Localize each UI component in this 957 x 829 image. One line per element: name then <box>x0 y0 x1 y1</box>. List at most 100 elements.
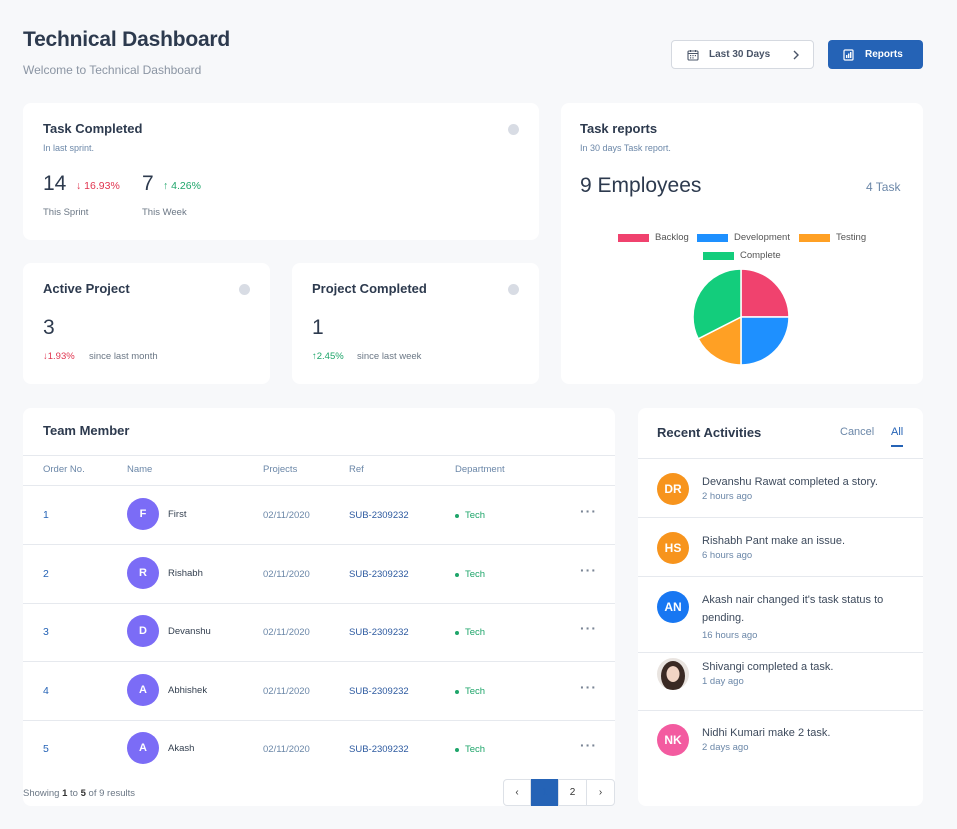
row-order: 3 <box>43 626 49 638</box>
avatar: R <box>127 557 159 589</box>
task-count: 4 Task <box>866 180 901 194</box>
calendar-icon <box>687 49 699 61</box>
row-name: Rishabh <box>168 568 203 579</box>
page-1-button[interactable]: 1 <box>531 779 559 806</box>
active-project-note: since last month <box>89 351 158 362</box>
date-range-button[interactable]: Last 30 Days <box>671 40 814 69</box>
more-options-icon[interactable]: ··· <box>580 620 597 636</box>
avatar: AN <box>657 591 689 623</box>
legend-testing[interactable]: Testing <box>799 232 866 243</box>
reports-label: Reports <box>865 49 903 60</box>
arrow-up-icon: ↑ <box>163 180 172 192</box>
cancel-tab[interactable]: Cancel <box>840 426 874 438</box>
row-name: Devanshu <box>168 626 211 637</box>
activity-time: 6 hours ago <box>702 550 753 561</box>
divider <box>23 544 615 545</box>
divider <box>638 652 923 653</box>
row-department: Tech <box>455 510 485 521</box>
row-department: Tech <box>455 627 485 638</box>
row-ref[interactable]: SUB-2309232 <box>349 744 409 755</box>
more-options-icon[interactable]: ··· <box>580 503 597 519</box>
activity-time: 2 hours ago <box>702 491 753 502</box>
page-title: Technical Dashboard <box>23 28 231 51</box>
row-name: Akash <box>168 743 195 754</box>
legend-swatch <box>799 233 830 242</box>
arrow-down-icon: ↓ <box>76 180 85 192</box>
sprint-delta: ↓ 16.93% <box>76 180 120 192</box>
activity-text: Devanshu Rawat completed a story. <box>702 476 878 488</box>
row-ref[interactable]: SUB-2309232 <box>349 686 409 697</box>
row-name: Abhishek <box>168 685 208 696</box>
avatar: F <box>127 498 159 530</box>
divider <box>638 576 923 577</box>
avatar: A <box>127 674 159 706</box>
divider <box>23 661 615 662</box>
legend-complete[interactable]: Complete <box>703 250 781 261</box>
legend-swatch <box>697 233 728 242</box>
avatar-photo <box>657 658 689 690</box>
legend-development[interactable]: Development <box>697 232 790 243</box>
activity-text: Nidhi Kumari make 2 task. <box>702 727 831 739</box>
avatar: D <box>127 615 159 647</box>
row-order: 2 <box>43 568 49 580</box>
help-icon[interactable] <box>239 284 250 295</box>
active-project-title: Active Project <box>43 281 130 296</box>
col-department: Department <box>455 464 505 475</box>
week-delta: ↑ 4.26% <box>163 180 201 192</box>
active-project-delta: ↓1.93% <box>43 351 75 362</box>
page-2-button[interactable]: 2 <box>558 779 587 806</box>
help-icon[interactable] <box>508 284 519 295</box>
legend-swatch <box>703 251 734 260</box>
prev-page-button[interactable]: ‹ <box>503 779 531 806</box>
recent-activities-title: Recent Activities <box>657 425 762 440</box>
project-completed-card: Project Completed 1 ↑2.45% since last we… <box>292 263 539 384</box>
status-dot <box>455 747 459 752</box>
all-tab-underline <box>891 445 903 447</box>
activity-text: Akash nair changed it's task status to p… <box>702 594 884 624</box>
help-icon[interactable] <box>508 124 519 135</box>
active-project-card: Active Project 3 ↓1.93% since last month <box>23 263 270 384</box>
row-project-date: 02/11/2020 <box>263 627 310 638</box>
report-icon <box>843 48 854 61</box>
reports-button[interactable]: Reports <box>828 40 923 69</box>
project-completed-value: 1 <box>312 316 324 339</box>
status-dot <box>455 689 459 694</box>
active-project-value: 3 <box>43 316 55 339</box>
task-reports-title: Task reports <box>580 121 658 136</box>
more-options-icon[interactable]: ··· <box>580 562 597 578</box>
legend-backlog[interactable]: Backlog <box>618 232 689 243</box>
next-page-button[interactable]: › <box>586 779 615 806</box>
activity-time: 1 day ago <box>702 676 744 687</box>
pie-slice-development[interactable] <box>740 316 790 366</box>
status-dot <box>455 572 459 577</box>
sprint-value: 14 <box>43 172 67 195</box>
showing-results: Showing 1 to 5 of 9 results <box>23 788 136 799</box>
row-project-date: 02/11/2020 <box>263 686 310 697</box>
row-department: Tech <box>455 744 485 755</box>
week-label: This Week <box>142 207 187 218</box>
task-completed-card: Task Completed In last sprint. 14 ↓ 16.9… <box>23 103 539 240</box>
status-dot <box>455 630 459 635</box>
col-projects: Projects <box>263 464 298 475</box>
divider <box>638 710 923 711</box>
pie-slice-backlog[interactable] <box>740 268 790 318</box>
row-ref[interactable]: SUB-2309232 <box>349 627 409 638</box>
chevron-right-icon <box>793 50 799 60</box>
activity-time: 16 hours ago <box>702 630 758 641</box>
avatar: A <box>127 732 159 764</box>
activity-text: Rishabh Pant make an issue. <box>702 535 846 547</box>
more-options-icon[interactable]: ··· <box>580 679 597 695</box>
legend-swatch <box>618 233 649 242</box>
all-tab[interactable]: All <box>891 426 903 438</box>
row-ref[interactable]: SUB-2309232 <box>349 569 409 580</box>
more-options-icon[interactable]: ··· <box>580 737 597 753</box>
row-project-date: 02/11/2020 <box>263 569 310 580</box>
page-subtitle: Welcome to Technical Dashboard <box>23 63 202 77</box>
task-reports-card: Task reports In 30 days Task report. 9 E… <box>561 103 923 384</box>
row-ref[interactable]: SUB-2309232 <box>349 510 409 521</box>
col-name: Name <box>127 464 153 475</box>
task-completed-title: Task Completed <box>43 121 143 136</box>
week-value: 7 <box>142 172 154 195</box>
divider <box>23 720 615 721</box>
row-project-date: 02/11/2020 <box>263 510 310 521</box>
